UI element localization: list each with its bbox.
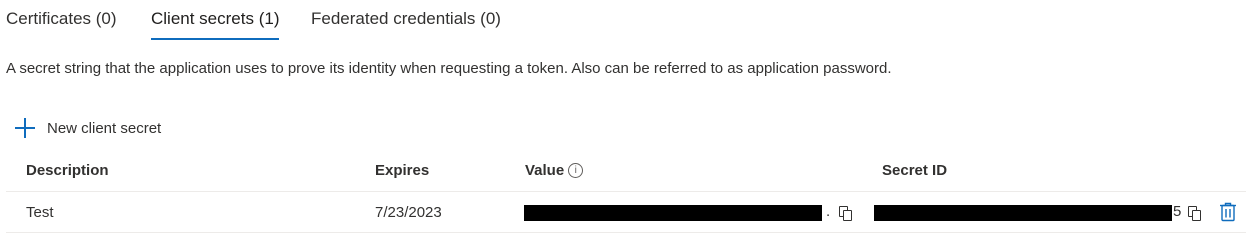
trash-icon[interactable] [1219,202,1237,222]
secret-id-redaction [874,205,1172,221]
column-header-description: Description [26,162,109,179]
new-client-secret-label: New client secret [47,119,162,137]
tab-bar: Certificates (0) Client secrets (1) Fede… [0,0,1254,42]
new-client-secret-button[interactable]: New client secret [14,116,161,140]
secret-description: Test [26,204,54,221]
column-header-value-label: Value [525,162,565,179]
secret-id-tail: 5 [1173,203,1182,220]
tab-certificates[interactable]: Certificates (0) [6,9,117,29]
copy-secret-id-icon[interactable] [1188,206,1202,222]
column-header-secret-id: Secret ID [882,162,948,179]
section-description: A secret string that the application use… [6,60,892,77]
copy-value-icon[interactable] [839,206,853,222]
column-header-value: Value i [525,162,584,179]
active-tab-indicator [151,38,279,40]
tab-federated-credentials[interactable]: Federated credentials (0) [311,9,501,29]
secret-value-tail: . [826,203,831,220]
tab-client-secrets[interactable]: Client secrets (1) [151,9,279,29]
info-icon[interactable]: i [568,163,584,178]
plus-icon [14,117,36,139]
table-row: Test 7/23/2023 . 5 [6,192,1246,233]
secret-value-redaction [524,205,822,221]
column-header-expires: Expires [375,162,430,179]
client-secrets-table: Description Expires Value i Secret ID Te… [6,152,1246,233]
secret-expires: 7/23/2023 [375,204,442,221]
table-header: Description Expires Value i Secret ID [6,152,1246,192]
